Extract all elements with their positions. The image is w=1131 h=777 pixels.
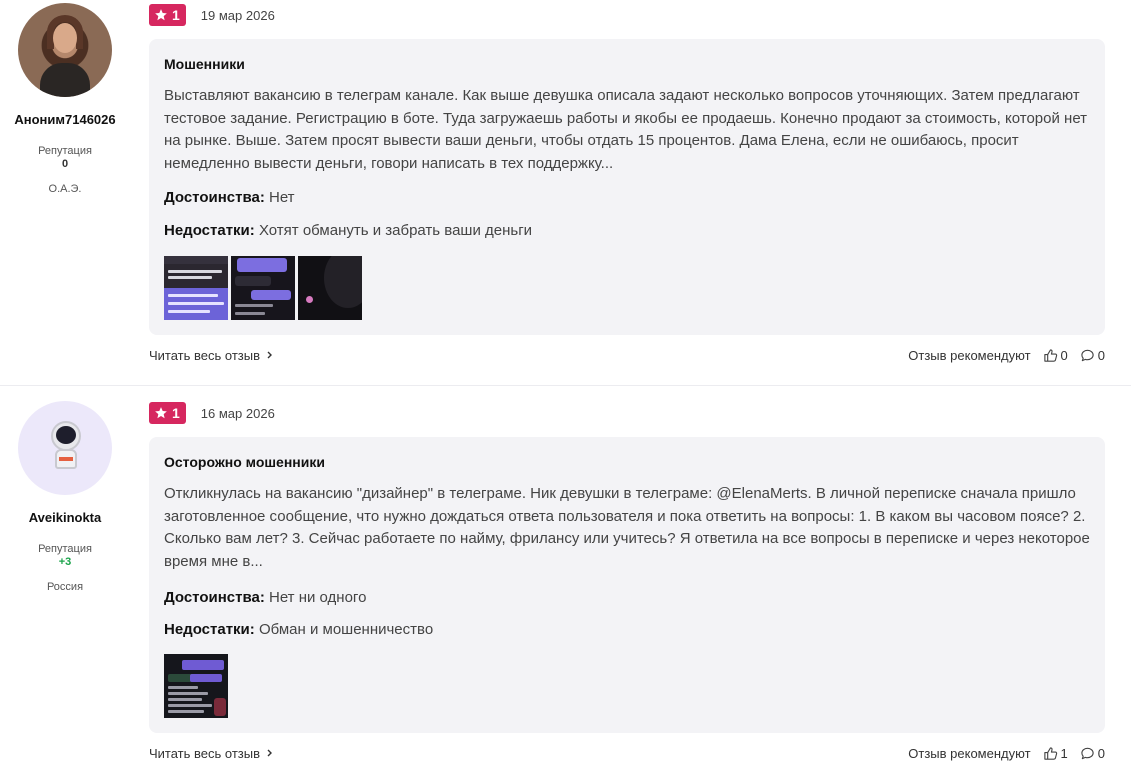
avatar[interactable] <box>18 401 112 495</box>
comment-icon <box>1081 349 1094 361</box>
review-author: Аноним7146026 Репутация 0 О.А.Э. <box>0 3 130 195</box>
comment-button[interactable]: 0 <box>1080 348 1105 363</box>
star-icon <box>155 9 167 21</box>
review-title[interactable]: Осторожно мошенники <box>164 453 1090 471</box>
photo-thumbnail[interactable] <box>164 654 228 718</box>
cons-label: Недостатки: <box>164 621 255 638</box>
review-body: Осторожно мошенники Откликнулась на вака… <box>149 437 1105 733</box>
star-icon <box>155 407 167 419</box>
reputation-label: Репутация <box>38 145 92 157</box>
pros-value: Нет <box>269 189 295 206</box>
author-nick[interactable]: Аноним7146026 <box>0 112 130 127</box>
avatar[interactable] <box>18 3 112 97</box>
review-actions: Отзыв рекомендуют 1 0 <box>908 746 1105 761</box>
pros-value: Нет ни одного <box>269 589 367 606</box>
review-pros: Достоинства: Нет ни одного <box>164 589 1090 606</box>
read-more-label: Читать весь отзыв <box>149 347 261 363</box>
thumbs-up-icon <box>1043 348 1057 362</box>
like-count: 1 <box>1060 745 1068 761</box>
review-author: Aveikinokta Репутация +3 Россия <box>0 401 130 593</box>
review-pros: Достоинства: Нет <box>164 189 1090 206</box>
review-card: Aveikinokta Репутация +3 Россия 1 16 мар… <box>0 386 1131 777</box>
review-actions: Отзыв рекомендуют 0 0 <box>908 348 1105 363</box>
like-button[interactable]: 1 <box>1043 746 1068 761</box>
reputation-label: Репутация <box>38 543 92 555</box>
read-full-review-link[interactable]: Читать весь отзыв <box>149 746 274 761</box>
reputation-value: +3 <box>58 556 72 568</box>
review-content: 1 19 мар 2026 Мошенники Выставляют вакан… <box>149 3 1105 365</box>
thumbs-up-icon <box>1043 746 1057 760</box>
reputation-value: 0 <box>61 158 69 170</box>
read-full-review-link[interactable]: Читать весь отзыв <box>149 348 274 363</box>
rating-badge: 1 <box>149 4 186 26</box>
pros-label: Достоинства: <box>164 589 265 606</box>
comment-count: 0 <box>1097 347 1105 363</box>
author-nick[interactable]: Aveikinokta <box>0 510 130 525</box>
review-body: Мошенники Выставляют вакансию в телеграм… <box>149 39 1105 335</box>
review-photos <box>164 256 1090 320</box>
review-meta: 1 19 мар 2026 <box>149 3 1105 27</box>
author-city: Россия <box>46 581 84 593</box>
read-more-label: Читать весь отзыв <box>149 745 261 761</box>
review-photos <box>164 654 1090 718</box>
review-footer: Читать весь отзыв Отзыв рекомендуют 0 0 <box>149 345 1105 365</box>
photo-thumbnail[interactable] <box>298 256 362 320</box>
comment-icon <box>1081 747 1094 759</box>
review-title[interactable]: Мошенники <box>164 55 1090 73</box>
review-date: 19 мар 2026 <box>200 7 275 23</box>
chevron-right-icon <box>267 749 273 757</box>
photo-thumbnail[interactable] <box>164 256 228 320</box>
review-meta: 1 16 мар 2026 <box>149 401 1105 425</box>
photo-thumbnail[interactable] <box>231 256 295 320</box>
rating-value: 1 <box>172 405 180 421</box>
like-button[interactable]: 0 <box>1043 348 1068 363</box>
cons-value: Хотят обмануть и забрать ваши деньги <box>258 222 533 239</box>
rating-badge: 1 <box>149 402 186 424</box>
review-text: Откликнулась на вакансию "дизайнер" в те… <box>164 485 1090 570</box>
review-footer: Читать весь отзыв Отзыв рекомендуют 1 0 <box>149 743 1105 763</box>
author-city: О.А.Э. <box>48 183 82 195</box>
comment-button[interactable]: 0 <box>1080 746 1105 761</box>
cons-value: Обман и мошенничество <box>258 621 434 638</box>
pros-label: Достоинства: <box>164 189 265 206</box>
cons-label: Недостатки: <box>164 222 255 239</box>
review-date: 16 мар 2026 <box>200 405 275 421</box>
like-count: 0 <box>1060 347 1068 363</box>
review-card: Аноним7146026 Репутация 0 О.А.Э. 1 19 ма… <box>0 0 1131 386</box>
recommend-label: Отзыв рекомендуют <box>908 745 1031 761</box>
review-cons: Недостатки: Хотят обмануть и забрать ваш… <box>164 222 1090 239</box>
review-cons: Недостатки: Обман и мошенничество <box>164 621 1090 638</box>
recommend-label: Отзыв рекомендуют <box>908 347 1031 363</box>
review-text: Выставляют вакансию в телеграм канале. К… <box>164 87 1088 172</box>
chevron-right-icon <box>267 351 273 359</box>
comment-count: 0 <box>1097 745 1105 761</box>
rating-value: 1 <box>172 7 180 23</box>
review-content: 1 16 мар 2026 Осторожно мошенники Отклик… <box>149 401 1105 763</box>
